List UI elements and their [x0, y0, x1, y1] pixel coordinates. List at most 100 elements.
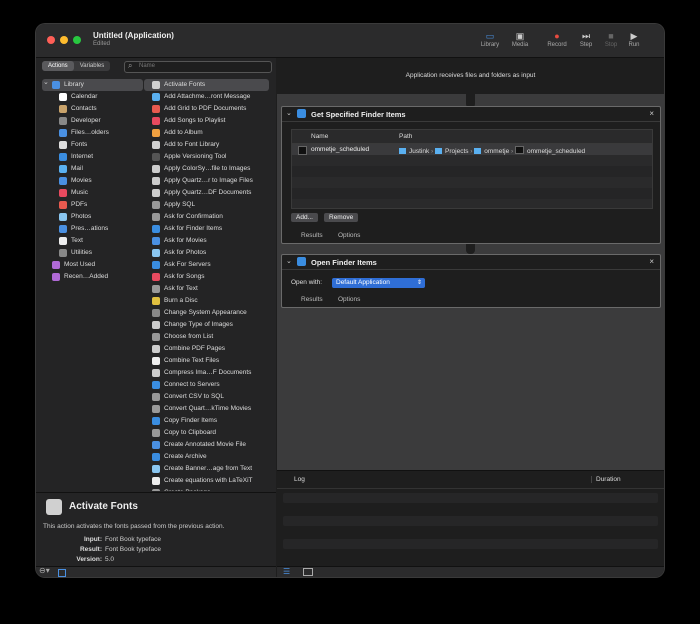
log-header: Log Duration	[277, 471, 664, 489]
minimize-button[interactable]	[60, 36, 68, 44]
action-item[interactable]: Change Type of Images	[144, 319, 269, 331]
library-item[interactable]: Files…olders	[42, 127, 143, 139]
action-icon	[152, 453, 160, 461]
action-item[interactable]: Ask for Photos	[144, 247, 269, 259]
tab-results[interactable]: Results	[301, 296, 323, 303]
disclosure-icon[interactable]: ⌄	[286, 109, 292, 117]
action-menu-icon[interactable]: ⊖▾	[39, 566, 50, 575]
library-item[interactable]: Internet	[42, 151, 143, 163]
open-with-popup[interactable]: Default Application ⇕	[332, 278, 425, 288]
action-item[interactable]: Connect to Servers	[144, 379, 269, 391]
search-input[interactable]: ⌕ Name	[124, 61, 272, 73]
action-icon	[152, 273, 160, 281]
tab-actions[interactable]: Actions	[42, 61, 74, 71]
close-icon[interactable]: ×	[649, 257, 654, 266]
info-toggle-icon[interactable]	[58, 569, 66, 577]
action-item[interactable]: Add Songs to Playlist	[144, 115, 269, 127]
action-icon	[152, 141, 160, 149]
action-item[interactable]: Create Package	[144, 487, 269, 491]
action-item[interactable]: Add Grid to PDF Documents	[144, 103, 269, 115]
close-button[interactable]	[47, 36, 55, 44]
action-item[interactable]: Apply ColorSy…file to Images	[144, 163, 269, 175]
action-item[interactable]: Apply SQL	[144, 199, 269, 211]
actions-list: Activate Fonts Add Attachme…ront Message A…	[144, 79, 269, 491]
tab-results[interactable]: Results	[301, 232, 323, 239]
column-log[interactable]: Log	[294, 476, 305, 483]
disclosure-icon[interactable]: ⌄	[43, 77, 49, 89]
action-item[interactable]: Add to Album	[144, 127, 269, 139]
library-item[interactable]: Developer	[42, 115, 143, 127]
tab-options[interactable]: Options	[338, 232, 360, 239]
media-button[interactable]: ▣ Media	[505, 30, 535, 48]
action-item[interactable]: Apple Versioning Tool	[144, 151, 269, 163]
action-item[interactable]: Create Banner…age from Text	[144, 463, 269, 475]
action-item[interactable]: Copy Finder Items	[144, 415, 269, 427]
library-item[interactable]: Text	[42, 235, 143, 247]
library-item[interactable]: Calendar	[42, 91, 143, 103]
action-item[interactable]: Activate Fonts	[144, 79, 269, 91]
library-item[interactable]: Utilities	[42, 247, 143, 259]
remove-button[interactable]: Remove	[324, 213, 359, 222]
action-item[interactable]: Ask for Finder Items	[144, 223, 269, 235]
library-item[interactable]: Pres…ations	[42, 223, 143, 235]
action-item[interactable]: Compress Ima…F Documents	[144, 367, 269, 379]
table-row[interactable]: ommetje_scheduled Justink › Projects › o…	[292, 144, 652, 155]
action-item[interactable]: Burn a Disc	[144, 295, 269, 307]
action-item[interactable]: Convert CSV to SQL	[144, 391, 269, 403]
column-path[interactable]: Path	[399, 133, 412, 140]
close-icon[interactable]: ×	[649, 109, 654, 118]
action-item[interactable]: Apply Quartz…r to Image Files	[144, 175, 269, 187]
library-item[interactable]: Movies	[42, 175, 143, 187]
add-button[interactable]: Add...	[291, 213, 318, 222]
run-button[interactable]: ▶ Run	[619, 30, 649, 48]
action-item[interactable]: Combine PDF Pages	[144, 343, 269, 355]
library-item[interactable]: Recen…Added	[42, 271, 143, 283]
action-item[interactable]: Add Attachme…ront Message	[144, 91, 269, 103]
action-item[interactable]: Ask For Servers	[144, 259, 269, 271]
action-item[interactable]: Choose from List	[144, 331, 269, 343]
library-item[interactable]: Mail	[42, 163, 143, 175]
action-icon	[152, 93, 160, 101]
action-item[interactable]: Create Annotated Movie File	[144, 439, 269, 451]
workflow-header: Application receives files and folders a…	[277, 58, 664, 94]
library-item[interactable]: ⌄ Library	[42, 79, 143, 91]
library-item-label: Text	[71, 237, 83, 244]
action-item[interactable]: Create equations with LaTeXiT	[144, 475, 269, 487]
library-item[interactable]: PDFs	[42, 199, 143, 211]
path-segment: Projects	[445, 148, 469, 155]
action-item[interactable]: Add to Font Library	[144, 139, 269, 151]
category-icon	[52, 273, 60, 281]
action-item[interactable]: Ask for Confirmation	[144, 211, 269, 223]
tab-variables[interactable]: Variables	[74, 61, 111, 71]
record-button[interactable]: ● Record	[542, 30, 572, 48]
window-subtitle: Edited	[93, 41, 111, 47]
list-view-icon[interactable]: ☰	[283, 567, 290, 576]
action-item[interactable]: Create Archive	[144, 451, 269, 463]
action-item[interactable]: Change System Appearance	[144, 307, 269, 319]
action-icon	[152, 369, 160, 377]
zoom-button[interactable]	[73, 36, 81, 44]
toolbar-label: Step	[579, 42, 593, 48]
column-name[interactable]: Name	[311, 133, 328, 140]
library-item[interactable]: Most Used	[42, 259, 143, 271]
variables-view-icon[interactable]	[303, 568, 313, 576]
action-info-panel: Activate Fonts This action activates the…	[36, 492, 276, 567]
action-item[interactable]: Convert Quart…kTime Movies	[144, 403, 269, 415]
action-item[interactable]: Ask for Movies	[144, 235, 269, 247]
action-item[interactable]: Apply Quartz…DF Documents	[144, 187, 269, 199]
action-item[interactable]: Combine Text Files	[144, 355, 269, 367]
library-item[interactable]: Contacts	[42, 103, 143, 115]
disclosure-icon[interactable]: ⌄	[286, 257, 292, 265]
library-item[interactable]: Fonts	[42, 139, 143, 151]
action-item[interactable]: Copy to Clipboard	[144, 427, 269, 439]
path-segment: ommetje_scheduled	[527, 148, 586, 155]
library-item-label: Fonts	[71, 141, 88, 148]
action-item[interactable]: Ask for Text	[144, 283, 269, 295]
category-icon	[59, 201, 67, 209]
library-item[interactable]: Music	[42, 187, 143, 199]
library-item[interactable]: Photos	[42, 211, 143, 223]
action-item[interactable]: Ask for Songs	[144, 271, 269, 283]
column-duration[interactable]: Duration	[591, 476, 621, 483]
tab-options[interactable]: Options	[338, 296, 360, 303]
library-button[interactable]: ▭ Library	[475, 30, 505, 48]
